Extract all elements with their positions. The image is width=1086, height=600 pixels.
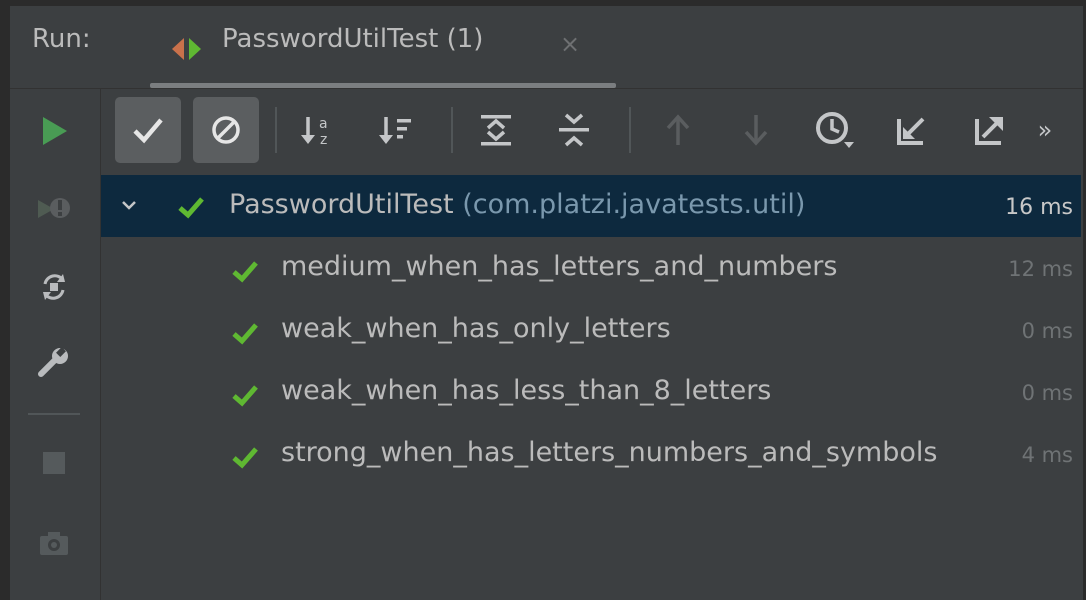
tree-row[interactable]: weak_when_has_less_than_8_letters 0 ms xyxy=(101,361,1081,431)
run-config-icon xyxy=(172,38,201,60)
more-icon[interactable]: » xyxy=(1017,97,1073,163)
test-duration: 12 ms xyxy=(1008,257,1073,281)
side-separator xyxy=(28,413,80,415)
passed-check-icon xyxy=(232,385,258,407)
tree-row[interactable]: strong_when_has_letters_numbers_and_symb… xyxy=(101,423,1081,493)
collapse-all-icon[interactable] xyxy=(541,97,607,163)
left-edge xyxy=(0,0,10,600)
close-icon[interactable]: × xyxy=(560,30,580,58)
top-edge xyxy=(0,0,1086,6)
wrench-icon[interactable] xyxy=(32,341,76,385)
test-name: weak_when_has_only_letters xyxy=(281,313,671,344)
toolbar-separator xyxy=(451,107,453,153)
stop-icon[interactable] xyxy=(32,441,76,485)
test-duration: 4 ms xyxy=(1021,443,1073,467)
show-passed-icon[interactable] xyxy=(115,97,181,163)
root-package-name: (com.platzi.javatests.util) xyxy=(462,189,806,220)
test-name: strong_when_has_letters_numbers_and_symb… xyxy=(281,437,938,468)
passed-check-icon xyxy=(232,447,258,469)
expand-all-icon[interactable] xyxy=(463,97,529,163)
tab-title: PasswordUtilTest (1) xyxy=(222,24,484,54)
run-label: Run: xyxy=(32,24,91,54)
import-tests-icon[interactable] xyxy=(879,97,945,163)
passed-check-icon xyxy=(232,323,258,345)
next-failed-icon[interactable] xyxy=(723,97,789,163)
side-toolbar xyxy=(10,89,100,600)
tree-row[interactable]: weak_when_has_only_letters 0 ms xyxy=(101,299,1081,369)
test-name: weak_when_has_less_than_8_letters xyxy=(281,375,772,406)
export-tests-icon[interactable] xyxy=(957,97,1023,163)
passed-check-icon xyxy=(232,261,258,283)
svg-text:z: z xyxy=(320,132,327,148)
toolbar-separator xyxy=(275,107,277,153)
test-duration: 0 ms xyxy=(1021,381,1073,405)
show-ignored-icon[interactable] xyxy=(193,97,259,163)
root-class-name: PasswordUtilTest xyxy=(229,189,454,220)
sort-alphabetically-icon[interactable]: a z xyxy=(285,97,351,163)
test-toolbar: a z » xyxy=(101,89,1083,175)
previous-failed-icon[interactable] xyxy=(645,97,711,163)
root-duration: 16 ms xyxy=(1005,195,1073,220)
test-name: medium_when_has_letters_and_numbers xyxy=(281,251,838,282)
camera-icon[interactable] xyxy=(32,521,76,565)
test-duration: 0 ms xyxy=(1021,319,1073,343)
toolbar-separator xyxy=(629,107,631,153)
more-glyph: » xyxy=(1037,116,1053,144)
tab-password-util-test[interactable]: PasswordUtilTest (1) × xyxy=(150,12,616,88)
rerun-failed-icon[interactable] xyxy=(32,187,76,231)
chevron-down-icon[interactable] xyxy=(121,197,137,213)
test-history-icon[interactable] xyxy=(801,97,867,163)
svg-text:a: a xyxy=(319,116,328,132)
root-test-name: PasswordUtilTest (com.platzi.javatests.u… xyxy=(229,189,989,220)
run-tool-window: Run: PasswordUtilTest (1) × a z » Passwo… xyxy=(0,0,1086,600)
tree-row[interactable]: medium_when_has_letters_and_numbers 12 m… xyxy=(101,237,1081,307)
toggle-auto-test-icon[interactable] xyxy=(32,265,76,309)
play-icon[interactable] xyxy=(32,109,76,153)
passed-check-icon xyxy=(178,197,204,219)
sort-by-duration-icon[interactable] xyxy=(363,97,429,163)
tree-root-row[interactable]: PasswordUtilTest (com.platzi.javatests.u… xyxy=(101,175,1081,237)
